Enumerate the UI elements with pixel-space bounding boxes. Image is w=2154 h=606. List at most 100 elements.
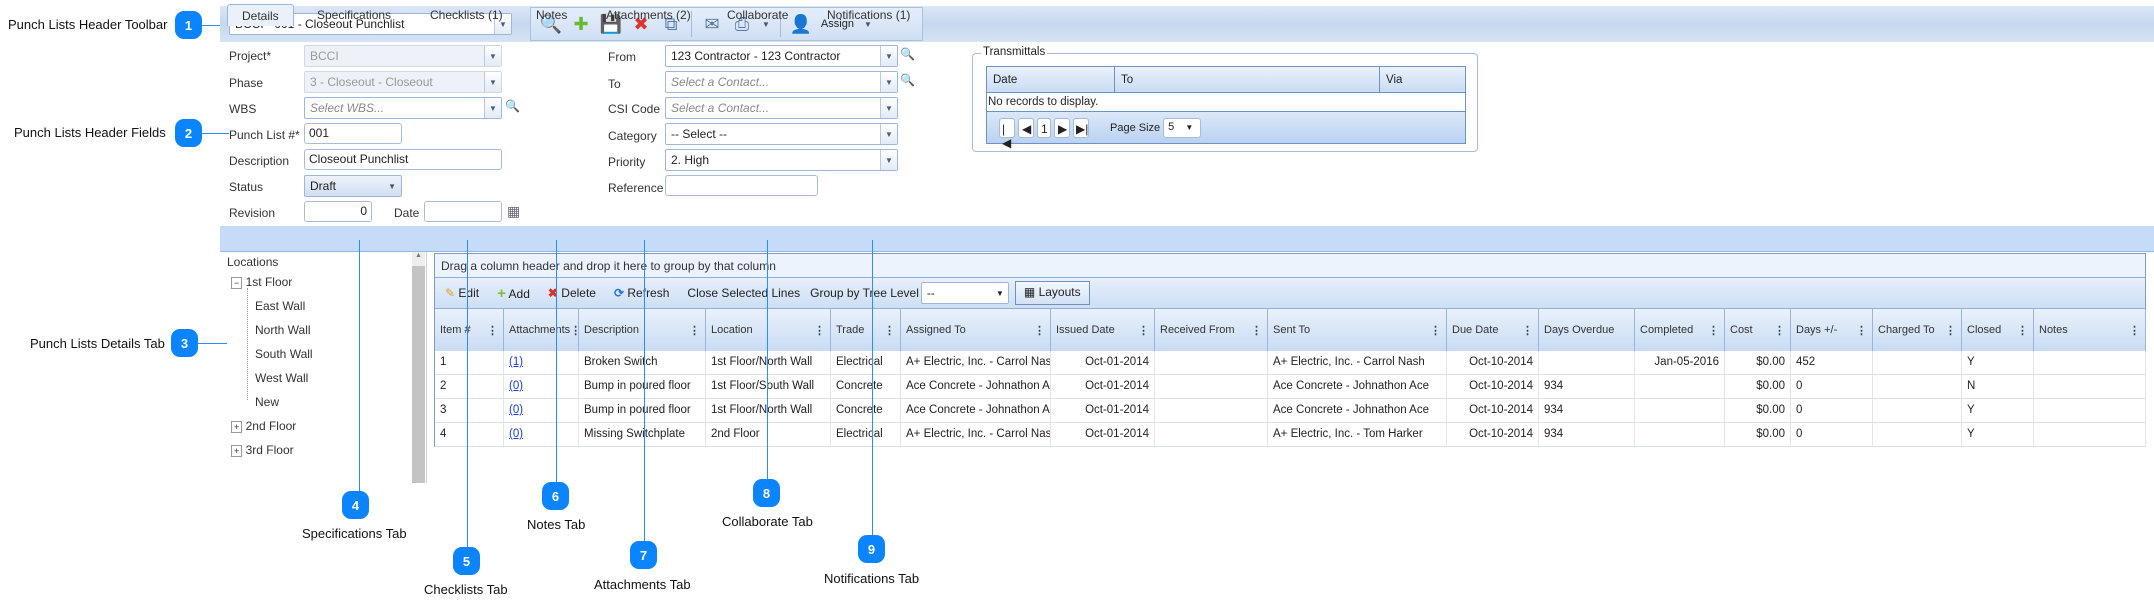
- column-header-charged-to[interactable]: Charged To ⋮: [1873, 309, 1962, 351]
- page-size-select[interactable]: 5 ▼: [1163, 117, 1202, 138]
- column-menu-icon[interactable]: ⋮: [1430, 324, 1441, 337]
- column-header-location[interactable]: Location ⋮: [706, 309, 831, 351]
- column-header-to[interactable]: To: [1114, 67, 1139, 93]
- status-select[interactable]: Draft ▼: [304, 175, 402, 197]
- tab-collaborate[interactable]: Collaborate: [727, 4, 788, 26]
- close-selected-lines-button[interactable]: Close Selected Lines: [687, 286, 800, 300]
- table-cell: $0.00: [1725, 351, 1791, 375]
- tree-item-3rd-floor[interactable]: + 3rd Floor: [231, 443, 294, 457]
- attachments-link[interactable]: (1): [504, 351, 579, 375]
- column-menu-icon[interactable]: ⋮: [1856, 324, 1867, 337]
- column-header-notes[interactable]: Notes ⋮: [2034, 309, 2146, 351]
- tab-checklists[interactable]: Checklists (1): [430, 4, 503, 26]
- column-menu-icon[interactable]: ⋮: [2017, 324, 2028, 337]
- tab-notes[interactable]: Notes: [536, 4, 567, 26]
- search-icon[interactable]: 🔍: [900, 73, 915, 87]
- add-button[interactable]: + Add: [497, 285, 530, 302]
- attachments-link[interactable]: (0): [504, 375, 579, 399]
- scroll-up-icon[interactable]: ▲: [412, 252, 425, 266]
- user-icon[interactable]: 👤: [790, 13, 812, 35]
- tab-details[interactable]: Details: [227, 4, 294, 26]
- annotation-badge: 8: [753, 479, 780, 507]
- attachments-link[interactable]: (0): [504, 399, 579, 423]
- first-page-icon[interactable]: |◀: [999, 117, 1015, 150]
- column-menu-icon[interactable]: ⋮: [2129, 324, 2140, 337]
- search-icon[interactable]: 🔍: [505, 99, 520, 113]
- column-header-assigned-to[interactable]: Assigned To ⋮: [901, 309, 1051, 351]
- column-header-issued-date[interactable]: Issued Date ⋮: [1051, 309, 1155, 351]
- priority-select[interactable]: 2. High ▼: [665, 149, 898, 171]
- column-menu-icon[interactable]: ⋮: [1034, 324, 1045, 337]
- column-menu-icon[interactable]: ⋮: [1708, 324, 1719, 337]
- column-header-date[interactable]: Date: [993, 74, 1017, 86]
- column-menu-icon[interactable]: ⋮: [1251, 324, 1262, 337]
- prev-page-icon[interactable]: ◀: [1018, 117, 1034, 138]
- column-header-days[interactable]: Days +/- ⋮: [1791, 309, 1873, 351]
- column-header-closed[interactable]: Closed ⋮: [1962, 309, 2034, 351]
- column-menu-icon[interactable]: ⋮: [1774, 324, 1785, 337]
- to-select[interactable]: Select a Contact... ▼: [665, 71, 898, 93]
- tree-scrollbar[interactable]: ▲: [412, 252, 425, 483]
- punch-list-input[interactable]: 001: [304, 123, 402, 144]
- tree-item-east-wall[interactable]: East Wall: [255, 299, 305, 313]
- column-menu-icon[interactable]: ⋮: [1945, 324, 1956, 337]
- new-icon[interactable]: ✚: [571, 13, 591, 35]
- tab-notifications[interactable]: Notifications (1): [827, 4, 910, 26]
- column-header-completed[interactable]: Completed ⋮: [1635, 309, 1725, 351]
- tree-item-1st-floor[interactable]: − 1st Floor: [231, 275, 292, 289]
- last-page-icon[interactable]: ▶|: [1073, 117, 1089, 138]
- page-number[interactable]: 1: [1037, 117, 1051, 138]
- column-header-item[interactable]: Item # ⋮: [435, 309, 504, 351]
- column-header-cost[interactable]: Cost ⋮: [1725, 309, 1791, 351]
- column-menu-icon[interactable]: ⋮: [814, 324, 825, 337]
- date-input[interactable]: [424, 201, 502, 222]
- expand-icon[interactable]: +: [231, 421, 243, 433]
- tab-specifications[interactable]: Specifications: [317, 4, 391, 26]
- next-page-icon[interactable]: ▶: [1054, 117, 1070, 138]
- email-icon[interactable]: ✉: [702, 13, 722, 35]
- collapse-icon[interactable]: −: [231, 277, 243, 289]
- attachments-link[interactable]: (0): [504, 423, 579, 447]
- tree-item-south-wall[interactable]: South Wall: [255, 347, 313, 361]
- category-select[interactable]: -- Select -- ▼: [665, 123, 898, 145]
- column-menu-icon[interactable]: ⋮: [1522, 324, 1533, 337]
- project-select: BCCI ▼: [304, 45, 502, 67]
- tree-item-new[interactable]: New: [255, 395, 279, 409]
- layouts-button[interactable]: ▦ Layouts: [1014, 281, 1090, 305]
- from-select[interactable]: 123 Contractor - 123 Contractor ▼: [665, 45, 898, 67]
- tree-item-west-wall[interactable]: West Wall: [255, 371, 308, 385]
- column-header-attachments[interactable]: Attachments ⋮: [504, 309, 581, 351]
- column-header-sent-to[interactable]: Sent To ⋮: [1268, 309, 1447, 351]
- column-menu-icon[interactable]: ⋮: [1138, 324, 1149, 337]
- calendar-icon[interactable]: ▦: [507, 203, 520, 220]
- tree-item-2nd-floor[interactable]: + 2nd Floor: [231, 419, 296, 433]
- column-header-label: Assigned To: [906, 324, 966, 336]
- tab-attachments[interactable]: Attachments (2): [606, 4, 691, 26]
- edit-button[interactable]: ✎ Edit: [445, 286, 479, 300]
- search-icon[interactable]: 🔍: [900, 47, 915, 61]
- column-menu-icon[interactable]: ⋮: [487, 324, 498, 337]
- column-header-received-from[interactable]: Received From ⋮: [1155, 309, 1268, 351]
- column-header-label: Attachments: [509, 324, 571, 336]
- column-header-days-overdue[interactable]: Days Overdue: [1539, 309, 1635, 351]
- annotation-line: [202, 133, 229, 134]
- column-header-description[interactable]: Description ⋮: [579, 309, 706, 351]
- column-header-via[interactable]: Via: [1379, 67, 1408, 93]
- column-menu-icon[interactable]: ⋮: [689, 324, 700, 337]
- group-by-select[interactable]: -- ▼: [920, 282, 1009, 304]
- wbs-select[interactable]: Select WBS... ▼: [304, 97, 502, 119]
- refresh-button[interactable]: ⟳ Refresh: [614, 286, 669, 300]
- group-by-area[interactable]: Drag a column header and drop it here to…: [435, 254, 2145, 278]
- wbs-label: WBS: [229, 102, 257, 116]
- column-menu-icon[interactable]: ⋮: [884, 324, 895, 337]
- reference-label: Reference: [608, 181, 664, 195]
- tree-item-north-wall[interactable]: North Wall: [255, 323, 311, 337]
- table-cell: $0.00: [1725, 375, 1791, 399]
- description-input[interactable]: Closeout Punchlist: [304, 149, 502, 170]
- reference-input[interactable]: [665, 175, 818, 196]
- column-header-due-date[interactable]: Due Date ⋮: [1447, 309, 1539, 351]
- revision-input[interactable]: 0: [304, 201, 372, 222]
- expand-icon[interactable]: +: [231, 445, 243, 457]
- column-header-trade[interactable]: Trade ⋮: [831, 309, 901, 351]
- csi-code-select[interactable]: Select a Contact... ▼: [665, 97, 898, 119]
